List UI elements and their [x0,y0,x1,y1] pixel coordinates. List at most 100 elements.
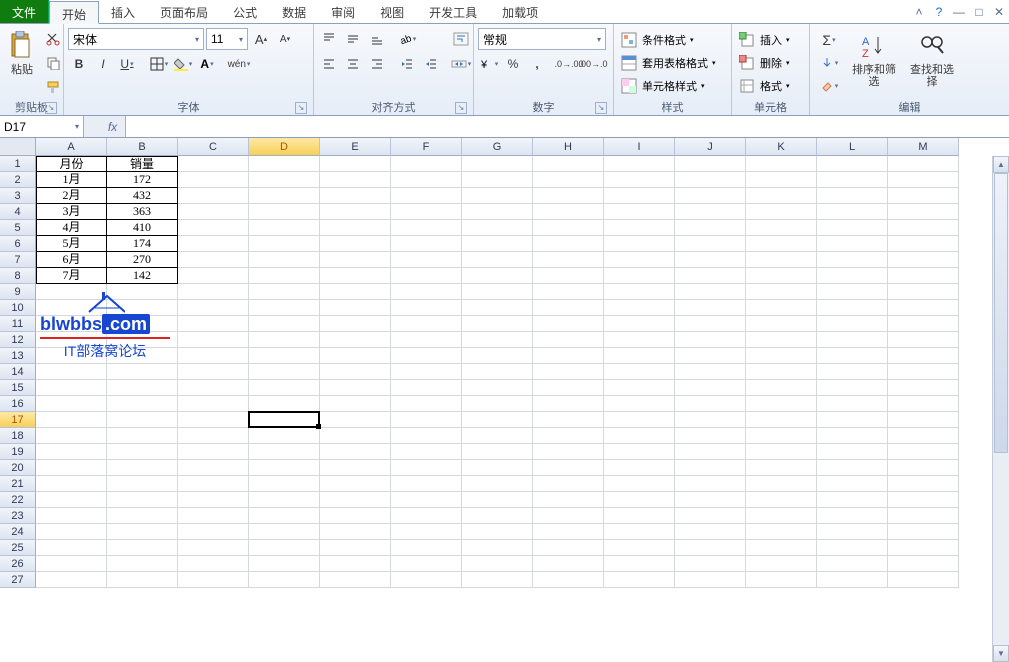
column-header[interactable]: G [462,138,533,156]
cell[interactable] [462,412,533,428]
row-header[interactable]: 24 [0,524,36,540]
cell[interactable] [817,540,888,556]
cell[interactable] [675,380,746,396]
row-header[interactable]: 5 [0,220,36,236]
cell[interactable] [746,492,817,508]
cell[interactable]: 270 [107,252,178,268]
align-top-button[interactable] [318,28,340,50]
select-all-corner[interactable] [0,138,36,156]
cell[interactable] [888,252,959,268]
cell[interactable] [391,524,462,540]
insert-cells-button[interactable]: 插入▾ [736,29,790,51]
cell[interactable] [462,348,533,364]
cell[interactable] [320,204,391,220]
cell[interactable] [178,492,249,508]
scroll-thumb[interactable] [994,173,1008,453]
tab-file[interactable]: 文件 [0,0,49,23]
cell[interactable] [391,236,462,252]
format-as-table-button[interactable]: 套用表格格式▾ [618,52,716,74]
cell[interactable] [391,316,462,332]
column-header[interactable]: H [533,138,604,156]
cell[interactable] [462,156,533,172]
cell[interactable] [320,572,391,588]
cell[interactable] [888,444,959,460]
cell[interactable] [817,460,888,476]
cell[interactable] [36,524,107,540]
cell[interactable] [817,284,888,300]
cell[interactable] [178,556,249,572]
cell[interactable] [107,412,178,428]
cell[interactable] [249,316,320,332]
cell[interactable] [249,300,320,316]
cell[interactable] [675,268,746,284]
cell[interactable] [178,316,249,332]
cell[interactable] [746,556,817,572]
cell[interactable] [178,524,249,540]
cell[interactable] [888,316,959,332]
cell[interactable] [675,172,746,188]
cell[interactable]: 销量 [107,156,178,172]
cell[interactable] [462,460,533,476]
find-select-button[interactable]: 查找和选择 [904,26,960,92]
cell[interactable] [107,572,178,588]
cell[interactable] [391,300,462,316]
cell[interactable] [249,220,320,236]
row-header[interactable]: 10 [0,300,36,316]
cell[interactable] [604,460,675,476]
cell[interactable] [817,556,888,572]
cell[interactable] [675,428,746,444]
cell[interactable] [391,252,462,268]
cell[interactable] [320,316,391,332]
cell[interactable] [249,556,320,572]
shrink-font-button[interactable]: A▾ [274,28,296,50]
cell[interactable] [178,188,249,204]
autosum-button[interactable]: Σ [814,29,844,51]
cell[interactable] [462,524,533,540]
window-close-icon[interactable]: ✕ [989,0,1009,23]
orientation-button[interactable]: ab [396,28,418,50]
cell[interactable] [675,364,746,380]
merge-center-button[interactable] [448,53,474,75]
cell[interactable] [320,220,391,236]
align-bottom-button[interactable] [366,28,388,50]
cell[interactable] [675,508,746,524]
paste-button[interactable]: 粘贴 [4,26,40,80]
cell[interactable] [604,348,675,364]
cell[interactable] [604,540,675,556]
row-header[interactable]: 26 [0,556,36,572]
cell[interactable] [675,396,746,412]
scroll-down-button[interactable]: ▼ [993,645,1009,662]
cell[interactable] [320,156,391,172]
cell[interactable] [533,444,604,460]
cell[interactable] [320,364,391,380]
delete-cells-button[interactable]: 删除▾ [736,52,790,74]
cell[interactable] [391,412,462,428]
column-header[interactable]: J [675,138,746,156]
cell[interactable] [675,332,746,348]
cell[interactable] [533,364,604,380]
cell[interactable] [533,492,604,508]
cell[interactable] [746,364,817,380]
cell[interactable] [178,172,249,188]
cell[interactable] [107,444,178,460]
cell[interactable] [817,428,888,444]
worksheet-grid[interactable]: ABCDEFGHIJKLM 1月份销量21月17232月43243月36354月… [0,138,1009,662]
cell[interactable] [178,268,249,284]
cell[interactable] [817,412,888,428]
number-format-combo[interactable]: 常规▾ [478,28,606,50]
cell[interactable] [746,524,817,540]
cell[interactable] [533,524,604,540]
row-header[interactable]: 27 [0,572,36,588]
increase-indent-button[interactable] [420,53,442,75]
cell[interactable] [320,380,391,396]
cell[interactable] [391,268,462,284]
formula-input[interactable] [126,116,1009,137]
cell[interactable] [462,364,533,380]
row-header[interactable]: 18 [0,428,36,444]
clipboard-launcher[interactable]: ↘ [45,102,57,114]
cell[interactable] [36,380,107,396]
cell[interactable] [36,444,107,460]
cell[interactable] [888,492,959,508]
row-header[interactable]: 3 [0,188,36,204]
window-restore-icon[interactable]: □ [969,0,989,23]
